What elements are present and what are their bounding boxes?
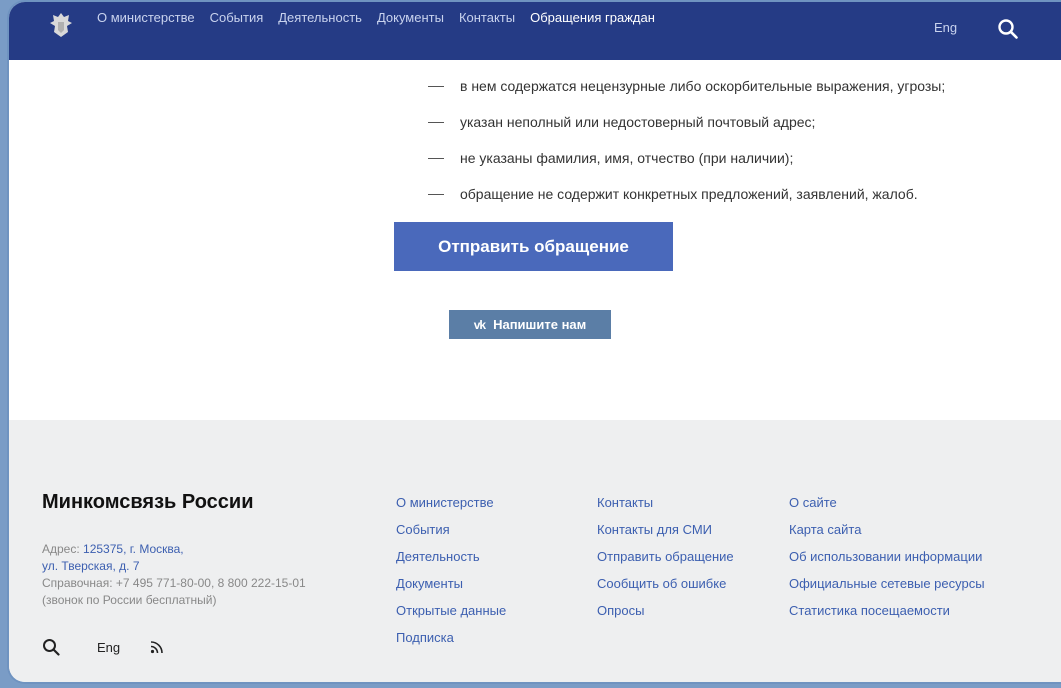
address-link-line1[interactable]: 125375, г. Москва, — [83, 542, 184, 556]
nav-item-citizen-appeals[interactable]: Обращения граждан — [530, 10, 655, 25]
dash-icon — [428, 193, 444, 195]
footer-brand: Минкомсвязь России — [42, 491, 254, 513]
footer-link[interactable]: Об использовании информации — [789, 548, 985, 575]
list-item: не указаны фамилия, имя, отчество (при н… — [428, 140, 945, 176]
footer-link[interactable]: Официальные сетевые ресурсы — [789, 575, 985, 602]
vk-write-us-button[interactable]: vk Напишите нам — [449, 310, 611, 339]
send-appeal-button[interactable]: Отправить обращение — [394, 222, 673, 271]
nav-item-activity[interactable]: Деятельность — [278, 10, 362, 25]
footer-link[interactable]: Документы — [396, 575, 506, 602]
footer-link[interactable]: Открытые данные — [396, 602, 506, 629]
top-navigation: О министерстве События Деятельность Доку… — [9, 2, 1061, 60]
footer-link[interactable]: Сообщить об ошибке — [597, 575, 734, 602]
footer-link[interactable]: Подписка — [396, 629, 506, 656]
footer-link[interactable]: Статистика посещаемости — [789, 602, 985, 629]
nav-item-events[interactable]: События — [210, 10, 264, 25]
rss-icon[interactable] — [150, 640, 164, 654]
dash-icon — [428, 121, 444, 123]
footer-links-column-2: Контакты Контакты для СМИ Отправить обра… — [597, 494, 734, 629]
restriction-list: в нем содержатся нецензурные либо оскорб… — [428, 68, 945, 212]
phone-info: Справочная: +7 495 771-80-00, 8 800 222-… — [42, 576, 306, 590]
address-link-line2[interactable]: ул. Тверская, д. 7 — [42, 558, 306, 575]
list-item: обращение не содержит конкретных предлож… — [428, 176, 945, 212]
search-icon[interactable] — [997, 18, 1019, 40]
footer-link[interactable]: Контакты для СМИ — [597, 521, 734, 548]
phone-note: (звонок по России бесплатный) — [42, 593, 217, 607]
vk-icon: vk — [473, 317, 486, 332]
coat-of-arms-icon[interactable] — [49, 11, 73, 39]
footer-links-column-1: О министерстве События Деятельность Доку… — [396, 494, 506, 656]
footer-link[interactable]: Карта сайта — [789, 521, 985, 548]
footer-contact-info: Адрес: 125375, г. Москва, ул. Тверская, … — [42, 541, 306, 609]
vk-button-label: Напишите нам — [493, 317, 587, 332]
site-footer: Минкомсвязь России Адрес: 125375, г. Мос… — [9, 420, 1061, 682]
footer-link[interactable]: Контакты — [597, 494, 734, 521]
language-switch[interactable]: Eng — [934, 20, 957, 35]
search-icon[interactable] — [42, 638, 60, 656]
footer-links-column-3: О сайте Карта сайта Об использовании инф… — [789, 494, 985, 629]
nav-item-contacts[interactable]: Контакты — [459, 10, 515, 25]
nav-item-ministry[interactable]: О министерстве — [97, 10, 195, 25]
dash-icon — [428, 157, 444, 159]
list-item: в нем содержатся нецензурные либо оскорб… — [428, 68, 945, 104]
address-label: Адрес: — [42, 542, 84, 556]
list-item: указан неполный или недостоверный почтов… — [428, 104, 945, 140]
nav-item-documents[interactable]: Документы — [377, 10, 444, 25]
dash-icon — [428, 85, 444, 87]
footer-link[interactable]: О министерстве — [396, 494, 506, 521]
browser-window: О министерстве События Деятельность Доку… — [9, 2, 1061, 682]
footer-icons: Eng — [42, 638, 164, 656]
footer-link[interactable]: О сайте — [789, 494, 985, 521]
footer-link[interactable]: Отправить обращение — [597, 548, 734, 575]
footer-link[interactable]: Деятельность — [396, 548, 506, 575]
footer-link[interactable]: События — [396, 521, 506, 548]
footer-language-switch[interactable]: Eng — [97, 640, 120, 655]
footer-link[interactable]: Опросы — [597, 602, 734, 629]
